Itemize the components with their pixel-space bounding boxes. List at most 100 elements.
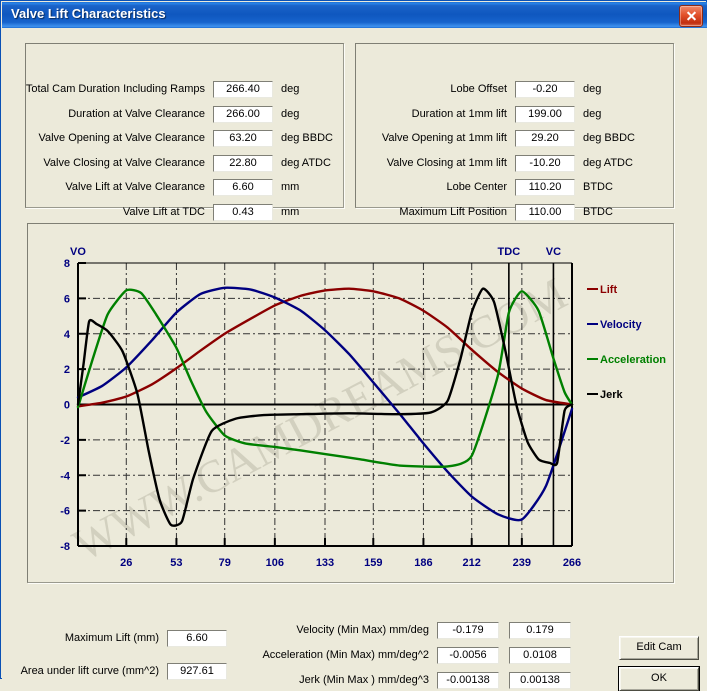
y-tick-label: 8 xyxy=(64,258,70,270)
field-row: Valve Lift at Valve Clearance 6.60 mm xyxy=(25,179,345,198)
minmax-row: Acceleration (Min Max) mm/deg^2 -0.0056 0.… xyxy=(262,647,577,666)
y-tick-label: 2 xyxy=(64,364,70,376)
chart-canvas: WWW.CAMDREAMS.COM-8-6-4-20246826 53 79 106 1… xyxy=(60,246,666,571)
field-value[interactable]: -0.20 xyxy=(515,81,575,98)
field-row: Maximum Lift Position 110.00 BTDC xyxy=(355,203,675,223)
minmax-max-value[interactable]: 0.179 xyxy=(509,622,571,639)
x-tick-label: 159 xyxy=(364,557,382,569)
x-tick-label: 266 xyxy=(563,557,581,569)
field-value[interactable]: -10.20 xyxy=(515,154,575,172)
field-row: Valve Closing at 1mm lift -10.20 deg ATDC xyxy=(355,154,675,174)
chart-legend: Lift Velocity Acceleration Jerk xyxy=(587,284,666,401)
y-tick-label: 4 xyxy=(64,329,71,341)
minmax-max-value[interactable]: 0.00138 xyxy=(509,672,571,689)
field-row: Total Cam Duration Including Ramps 266.40… xyxy=(25,81,345,100)
field-label: Lobe Center xyxy=(446,181,507,193)
field-label: Valve Closing at Valve Clearance xyxy=(43,156,205,169)
y-tick-label: -4 xyxy=(60,470,71,482)
x-tick-label: 26 xyxy=(120,557,132,569)
legend-label-lift: Lift xyxy=(600,284,617,296)
minmax-max-value[interactable]: 0.0108 xyxy=(509,647,571,664)
field-value[interactable]: 199.00 xyxy=(515,105,575,123)
legend-label-velocity: Velocity xyxy=(600,319,642,331)
field-value[interactable]: 266.40 xyxy=(213,81,273,98)
minmax-min-value[interactable]: -0.179 xyxy=(437,622,499,639)
minmax-label: Jerk (Min Max ) mm/deg^3 xyxy=(299,674,429,686)
field-value[interactable]: 110.20 xyxy=(515,179,575,196)
field-unit: deg xyxy=(583,83,602,95)
minmax-row: Jerk (Min Max ) mm/deg^3 -0.00138 0.00138 xyxy=(277,672,577,691)
summary-row: Area under lift curve (mm^2) 927.61 xyxy=(17,663,237,682)
marker-label-vo: VO xyxy=(70,246,86,258)
title-bar: Valve Lift Characteristics xyxy=(2,2,707,29)
field-value[interactable]: 6.60 xyxy=(213,179,273,196)
y-tick-label: -6 xyxy=(60,506,70,518)
field-row: Duration at 1mm lift 199.00 deg xyxy=(355,105,675,125)
field-label: Maximum Lift Position xyxy=(399,205,507,218)
field-value[interactable]: 22.80 xyxy=(213,154,273,172)
field-unit: deg xyxy=(281,83,300,95)
summary-label: Area under lift curve (mm^2) xyxy=(20,665,159,677)
y-tick-label: -8 xyxy=(60,541,70,553)
y-tick-label: 6 xyxy=(64,293,70,305)
field-value[interactable]: 63.20 xyxy=(213,130,273,147)
field-unit: mm xyxy=(281,205,300,218)
x-tick-label: 239 xyxy=(513,557,531,569)
marker-label-vc: VC xyxy=(546,246,561,258)
minmax-label: Acceleration (Min Max) mm/deg^2 xyxy=(262,649,429,661)
field-value[interactable]: 0.43 xyxy=(213,203,273,221)
field-row: Valve Opening at 1mm lift 29.20 deg BBDC xyxy=(355,130,675,149)
summary-label: Maximum Lift (mm) xyxy=(64,632,159,644)
field-label: Duration at Valve Clearance xyxy=(68,107,205,120)
field-label: Valve Opening at 1mm lift xyxy=(381,132,507,144)
ok-button[interactable]: OK xyxy=(618,666,700,691)
field-unit: BTDC xyxy=(583,205,613,218)
x-tick-label: 133 xyxy=(316,557,334,569)
summary-value[interactable]: 6.60 xyxy=(167,630,227,647)
x-tick-label: 212 xyxy=(463,557,481,569)
field-row: Valve Opening at Valve Clearance 63.20 deg… xyxy=(25,130,345,149)
field-label: Valve Closing at 1mm lift xyxy=(386,156,507,169)
field-row: Lobe Center 110.20 BTDC xyxy=(355,179,675,198)
field-label: Valve Opening at Valve Clearance xyxy=(38,132,205,144)
legend-label-acceleration: Acceleration xyxy=(600,354,666,366)
field-unit: deg xyxy=(583,107,602,120)
field-value[interactable]: 29.20 xyxy=(515,130,575,147)
field-value[interactable]: 266.00 xyxy=(213,105,273,123)
field-unit: deg ATDC xyxy=(583,156,633,169)
minmax-label: Velocity (Min Max) mm/deg xyxy=(296,624,429,636)
field-unit: deg BBDC xyxy=(583,132,635,144)
minmax-row: Velocity (Min Max) mm/deg -0.179 0.179 xyxy=(277,622,577,641)
field-label: Total Cam Duration Including Ramps xyxy=(25,83,205,95)
x-tick-label: 186 xyxy=(414,557,432,569)
field-unit: mm xyxy=(281,181,300,193)
field-row: Valve Lift at TDC 0.43 mm xyxy=(25,203,345,223)
valve-lift-chart: WWW.CAMDREAMS.COM -8 -6 -4 -2 0 2 4 6 8 26 53 79 106 1… xyxy=(27,223,673,581)
minmax-min-value[interactable]: -0.00138 xyxy=(437,672,499,689)
field-label: Valve Lift at Valve Clearance xyxy=(65,181,205,193)
x-tick-label: 53 xyxy=(170,557,182,569)
field-row: Lobe Offset -0.20 deg xyxy=(355,81,675,100)
y-tick-label: -2 xyxy=(60,435,70,447)
field-unit: deg ATDC xyxy=(281,156,331,169)
window-title: Valve Lift Characteristics xyxy=(11,6,166,21)
field-row: Valve Closing at Valve Clearance 22.80 deg… xyxy=(25,154,345,174)
marker-label-tdc: TDC xyxy=(498,246,521,258)
summary-value[interactable]: 927.61 xyxy=(167,663,227,680)
field-value[interactable]: 110.00 xyxy=(515,203,575,221)
edit-cam-button[interactable]: Edit Cam xyxy=(619,636,699,660)
field-row: Duration at Valve Clearance 266.00 deg xyxy=(25,105,345,125)
legend-label-jerk: Jerk xyxy=(600,389,624,401)
valve-lift-window: Valve Lift Characteristics Total Cam Dur… xyxy=(0,0,707,691)
summary-row: Maximum Lift (mm) 6.60 xyxy=(17,630,237,649)
field-unit: BTDC xyxy=(583,181,613,193)
field-label: Valve Lift at TDC xyxy=(122,205,205,218)
field-label: Lobe Offset xyxy=(450,83,507,95)
x-tick-label: 79 xyxy=(219,557,231,569)
field-unit: deg BBDC xyxy=(281,132,333,144)
close-icon[interactable] xyxy=(679,5,703,27)
field-unit: deg xyxy=(281,107,300,120)
minmax-min-value[interactable]: -0.0056 xyxy=(437,647,499,664)
window-client-area: Total Cam Duration Including Ramps 266.40… xyxy=(2,28,707,691)
y-tick-label: 0 xyxy=(64,400,70,412)
